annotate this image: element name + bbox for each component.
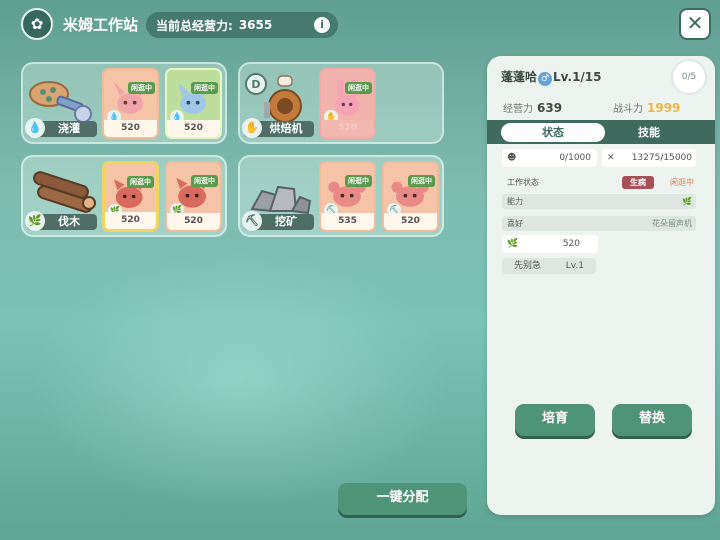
app-mascot-icon: ✿ — [21, 8, 53, 40]
station-watering: 💧 浇灌 闲逛中 💧 520 闲逛中 💧 520 — [21, 62, 227, 144]
detail-tabs: 状态 技能 — [487, 120, 715, 144]
pet-card[interactable]: 闲逛中 ✋ 520 — [319, 68, 376, 139]
mood-face-icon: ☻ — [507, 153, 517, 163]
station-label: ✋ 烘焙机 — [242, 118, 314, 138]
pet-name: 蓬蓬哈 — [501, 70, 538, 84]
total-operation-label: 当前总经营力: — [156, 18, 233, 33]
pet-card[interactable]: 闲逛中 ⛏ 535 — [319, 161, 376, 232]
pet-power: 520 — [105, 212, 156, 229]
station-mining: ⛏ 挖矿 闲逛中 ⛏ 535 闲逛中 ⛏ 520 — [238, 155, 444, 237]
pickaxe-icon: ⛏ — [242, 211, 262, 231]
pet-card[interactable]: 闲逛中 ⛏ 520 — [382, 161, 439, 232]
pet-card[interactable]: 闲逛中 💧 520 — [102, 68, 159, 139]
pet-card[interactable]: 闲逛中 🌿 520 — [102, 161, 159, 232]
station-label: ⛏ 挖矿 — [242, 211, 314, 231]
pet-power: 520 — [384, 213, 437, 230]
combat-stat: 战斗力 1999 — [613, 101, 681, 115]
hobby-row: 喜好 花朵留声机 — [502, 216, 696, 231]
auto-assign-button[interactable]: 一键分配 — [338, 483, 467, 515]
slot-counter[interactable]: 0/5 — [671, 59, 707, 95]
ability-row: 能力 🌿 — [502, 194, 696, 209]
station-baking: D ✋ 烘焙机 闲逛中 ✋ 520 — [238, 62, 444, 144]
close-button[interactable]: ✕ — [679, 8, 711, 40]
idle-status-tag: 闲逛中 — [191, 175, 218, 187]
station-logging: 🌿 伐木 闲逛中 🌿 520 闲逛中 🌿 520 — [21, 155, 227, 237]
gender-male-icon: ♂ — [538, 72, 553, 86]
pet-level: Lv.1/15 — [553, 70, 602, 84]
idle-status-tag: 闲逛中 — [345, 175, 372, 187]
stamina-box: ✕ 13275/15000 — [602, 149, 696, 167]
utensils-icon: ✕ — [607, 153, 615, 163]
pet-power: 520 — [167, 120, 220, 137]
pet-detail-panel: 蓬蓬哈 ♂ Lv.1/15 0/5 经营力 639 战斗力 1999 状态 技能 ☻ 0… — [487, 56, 715, 515]
background-glow — [30, 250, 450, 510]
pet-card[interactable]: 闲逛中 💧 520 — [165, 68, 222, 139]
operation-stat: 经营力 639 — [503, 101, 563, 115]
station-label: 🌿 伐木 — [25, 211, 97, 231]
water-drop-icon: 💧 — [25, 118, 45, 138]
leaf-ability-icon: 🌿 — [682, 197, 692, 206]
page-title: 米姆工作站 — [63, 16, 139, 34]
idle-status-tag: 闲逛中 — [128, 82, 155, 94]
skill-power-box: 🌿 520 — [502, 235, 598, 253]
idle-status-tag: 闲逛中 — [191, 82, 218, 94]
pet-power: 535 — [321, 213, 374, 230]
idle-status-tag: 闲逛中 — [345, 82, 372, 94]
grade-badge: D — [251, 78, 260, 91]
trait-box[interactable]: 先别急 Lv.1 — [502, 258, 596, 274]
idle-status-tag: 闲逛中 — [408, 175, 435, 187]
idle-status-tag: 闲逛中 — [127, 176, 154, 188]
tab-skills[interactable]: 技能 — [597, 123, 701, 142]
info-icon[interactable]: i — [314, 17, 330, 33]
hand-icon: ✋ — [242, 118, 262, 138]
total-operation-value: 3655 — [238, 18, 273, 32]
pet-power: 520 — [321, 120, 374, 137]
pet-power: 520 — [104, 120, 157, 137]
replace-button[interactable]: 替换 — [612, 404, 692, 436]
pet-power: 520 — [167, 213, 220, 230]
total-operation-pill: 当前总经营力: 3655 i — [146, 12, 338, 38]
pet-name-row: 蓬蓬哈 ♂ Lv.1/15 — [501, 68, 602, 86]
station-label: 💧 浇灌 — [25, 118, 97, 138]
work-status-row: 工作状态 生病 闲逛中 — [507, 176, 694, 189]
tab-status[interactable]: 状态 — [501, 123, 605, 142]
sick-badge: 生病 — [622, 176, 654, 189]
leaf-icon: 🌿 — [25, 211, 45, 231]
cultivate-button[interactable]: 培育 — [515, 404, 595, 436]
pet-card[interactable]: 闲逛中 🌿 520 — [165, 161, 222, 232]
mood-box: ☻ 0/1000 — [502, 149, 597, 167]
leaf-skill-icon: 🌿 — [507, 239, 519, 249]
